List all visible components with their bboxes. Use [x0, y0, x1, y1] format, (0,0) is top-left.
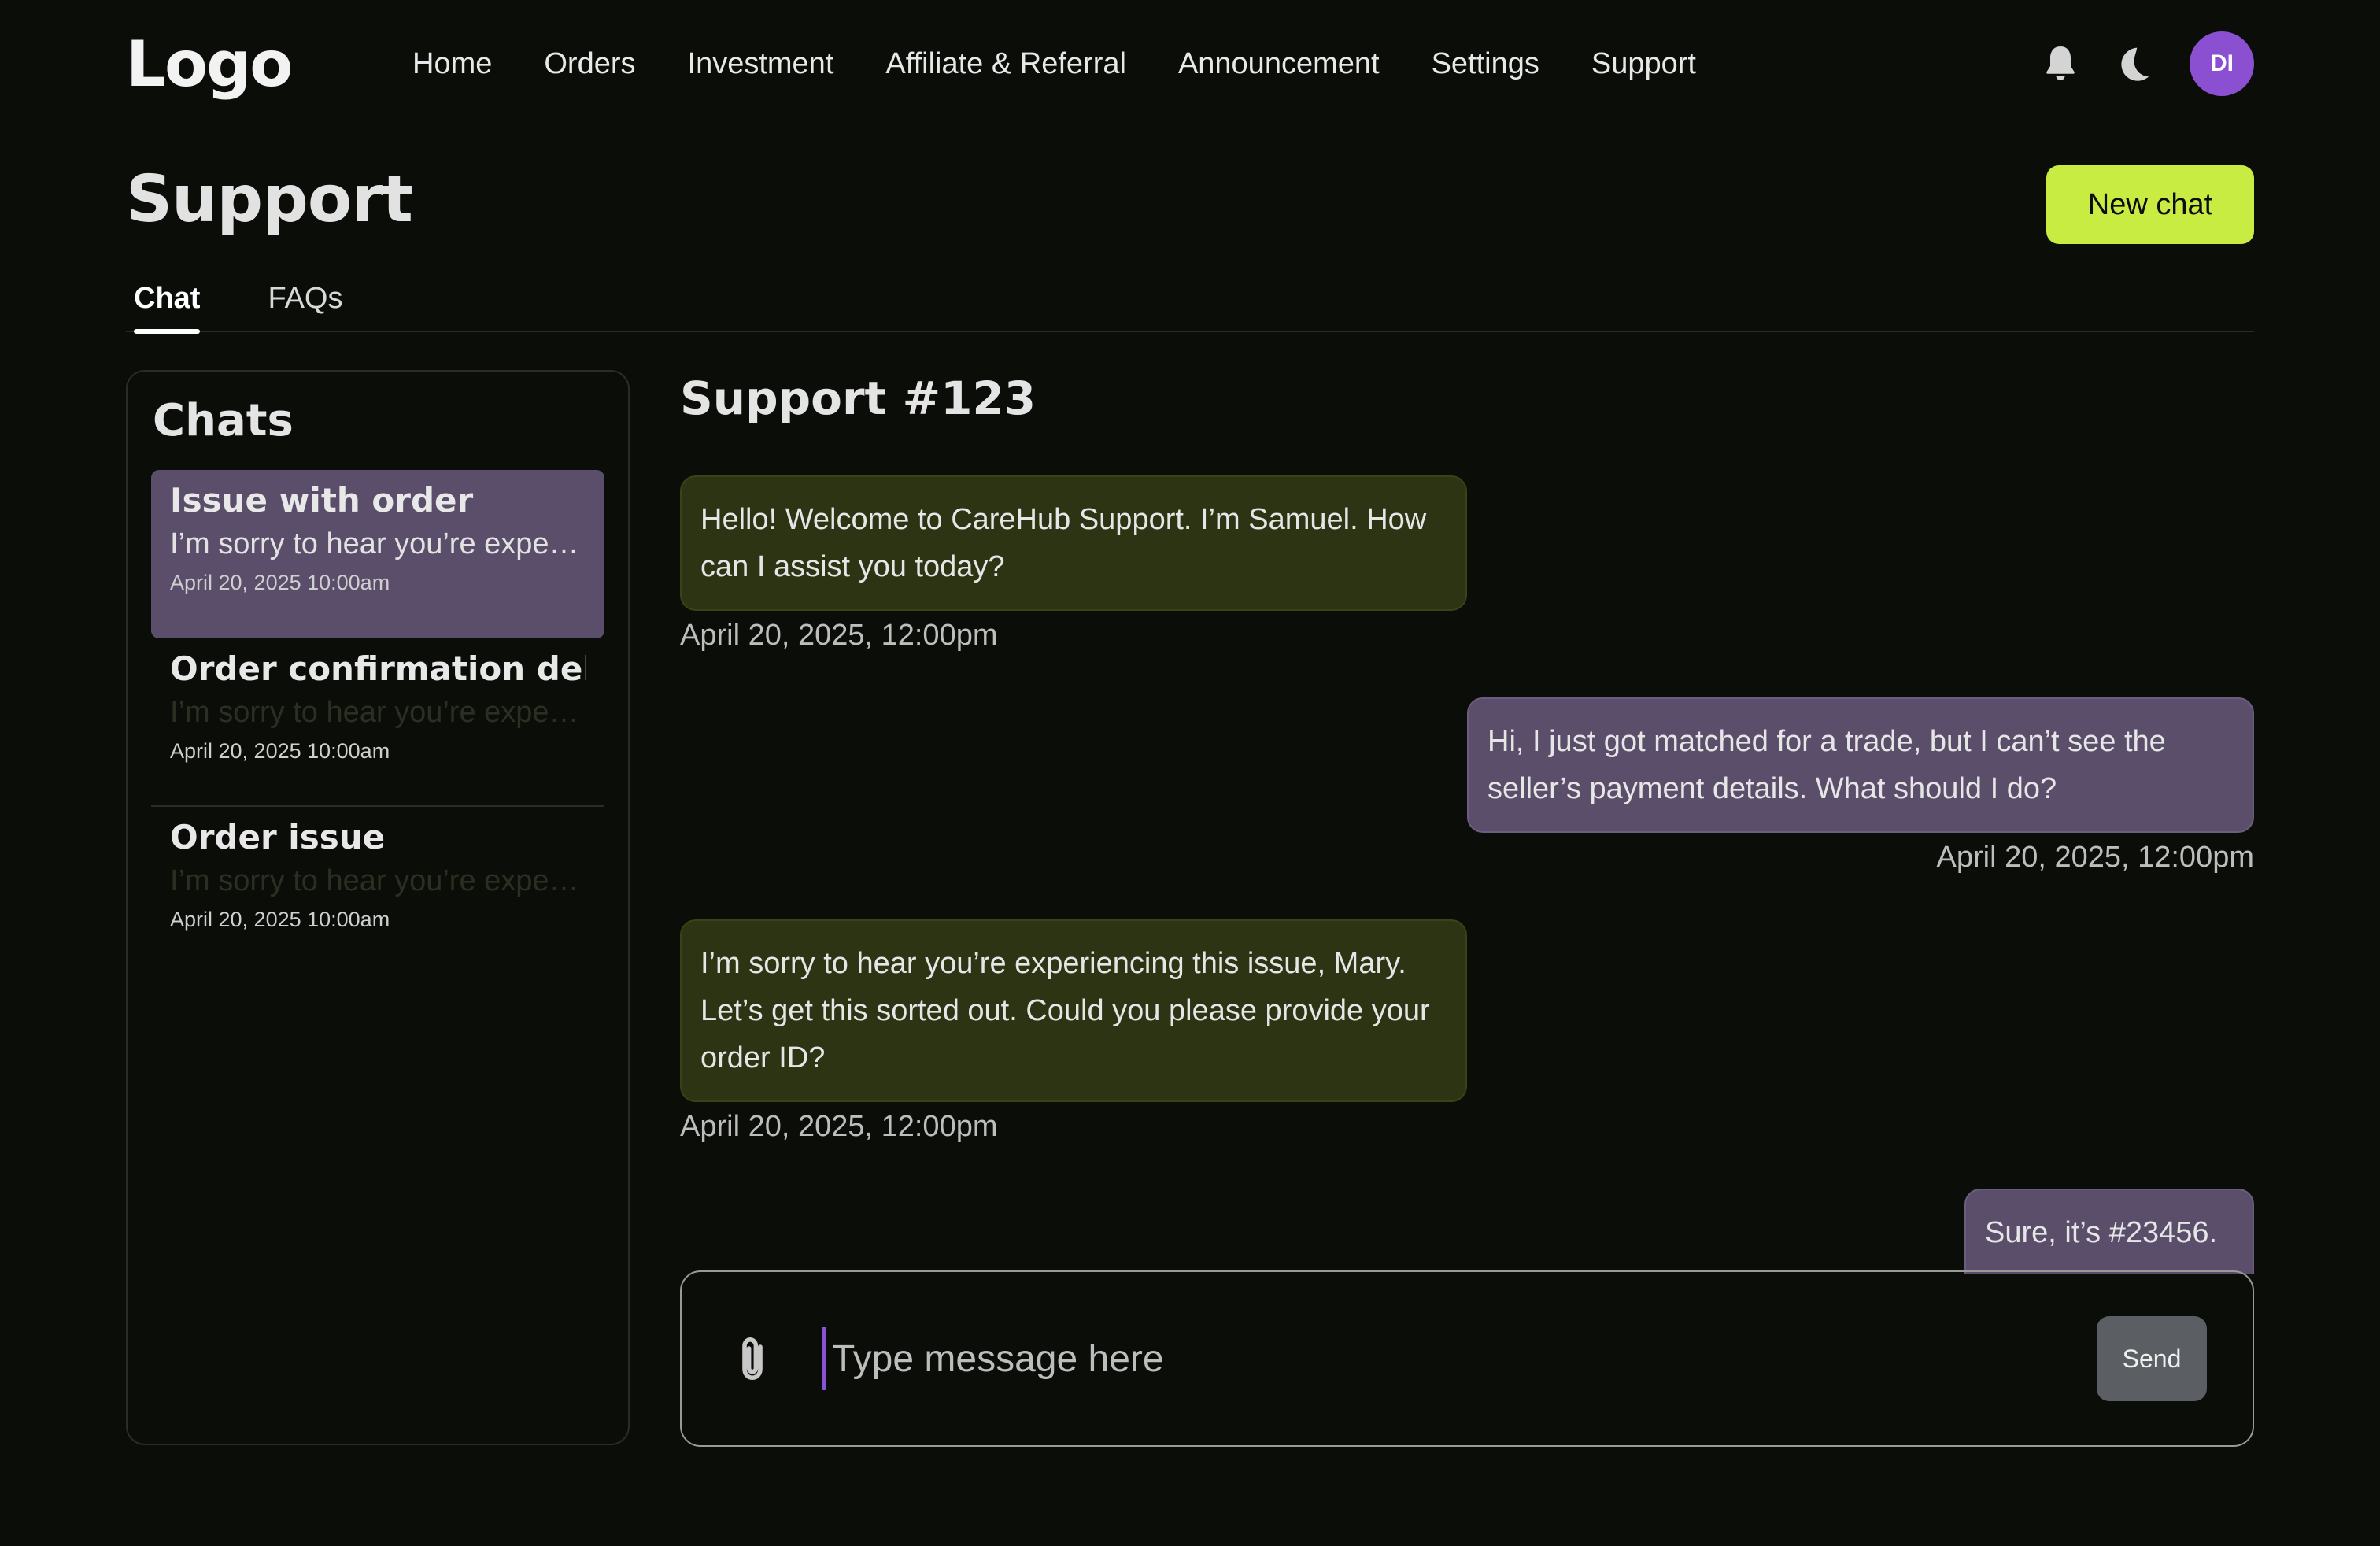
logo[interactable]: Logo — [126, 28, 412, 101]
nav-actions: DI — [2012, 31, 2254, 96]
user-message-bubble: Sure, it’s #23456. — [1964, 1189, 2254, 1274]
nav-links: Home Orders Investment Affiliate & Refer… — [412, 47, 1748, 81]
nav-item-home[interactable]: Home — [412, 47, 492, 81]
moon-icon[interactable] — [2109, 40, 2156, 87]
bell-icon[interactable] — [2037, 40, 2084, 87]
chat-item-title: Issue with order — [170, 481, 474, 520]
user-message-bubble: Hi, I just got matched for a trade, but … — [1467, 697, 2254, 833]
new-chat-button[interactable]: New chat — [2046, 165, 2254, 244]
nav-item-announcement[interactable]: Announcement — [1178, 47, 1380, 81]
message-timestamp: April 20, 2025, 12:00pm — [680, 619, 998, 652]
chat-list-item-issue-with-order[interactable]: Issue with order I’m sorry to hear you’r… — [151, 470, 604, 638]
chat-list-item-order-issue[interactable]: Order issue I’m sorry to hear you’re exp… — [151, 807, 604, 975]
chat-item-title: Order confirmation delay — [170, 649, 586, 688]
chat-item-preview: I’m sorry to hear you’re experiencing th… — [170, 527, 586, 560]
message-timestamp: April 20, 2025, 12:00pm — [1936, 841, 2255, 874]
nav-item-affiliate-referral[interactable]: Affiliate & Referral — [885, 47, 1126, 81]
chat-item-time: April 20, 2025 10:00am — [170, 571, 390, 594]
chat-item-preview: I’m sorry to hear you’re experiencing th… — [170, 696, 586, 729]
tab-faqs[interactable]: FAQs — [260, 276, 350, 332]
nav-item-support[interactable]: Support — [1591, 47, 1696, 81]
chats-panel: Chats Issue with order I’m sorry to hear… — [126, 370, 630, 1445]
tab-bar: Chat FAQs — [126, 276, 2254, 334]
conversation-panel: Support #123 Hello! Welcome to CareHub S… — [680, 370, 2255, 1447]
conversation-title: Support #123 — [680, 372, 1037, 425]
send-button[interactable]: Send — [2097, 1316, 2207, 1401]
chat-item-preview: I’m sorry to hear you’re experiencing th… — [170, 864, 586, 897]
page-title: Support — [126, 162, 413, 237]
nav-item-settings[interactable]: Settings — [1432, 47, 1539, 81]
chat-item-time: April 20, 2025 10:00am — [170, 739, 390, 763]
paperclip-icon[interactable] — [729, 1327, 776, 1390]
message-composer: Send — [680, 1270, 2254, 1447]
tab-chat[interactable]: Chat — [126, 276, 208, 334]
support-message-bubble: Hello! Welcome to CareHub Support. I’m S… — [680, 475, 1467, 611]
avatar[interactable]: DI — [2190, 31, 2254, 96]
nav-item-investment[interactable]: Investment — [688, 47, 834, 81]
chats-heading: Chats — [153, 395, 294, 446]
message-timestamp: April 20, 2025, 12:00pm — [680, 1110, 998, 1143]
message-input[interactable] — [822, 1327, 2081, 1390]
support-message-bubble: I’m sorry to hear you’re experiencing th… — [680, 919, 1467, 1102]
top-navigation: Logo Home Orders Investment Affiliate & … — [126, 0, 2254, 128]
chat-item-time: April 20, 2025 10:00am — [170, 908, 390, 931]
chat-list-item-order-confirmation-delay[interactable]: Order confirmation delay I’m sorry to he… — [151, 638, 604, 807]
nav-item-orders[interactable]: Orders — [544, 47, 635, 81]
chat-item-title: Order issue — [170, 818, 386, 856]
